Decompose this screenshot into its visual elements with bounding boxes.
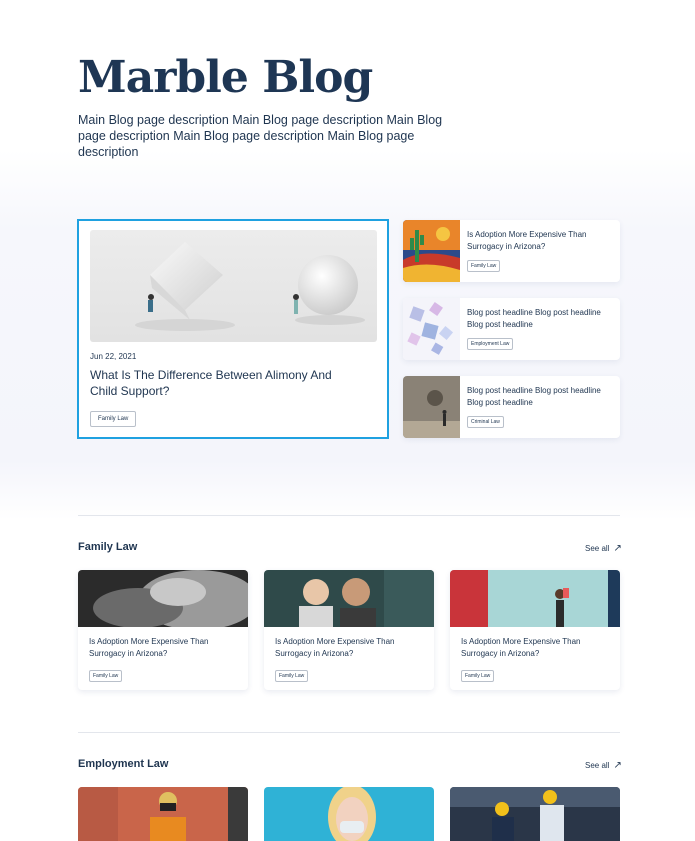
arrow-up-right-icon: ↗ [613,760,622,771]
see-all-label: See all [585,544,610,553]
side-post-tag[interactable]: Family Law [467,260,501,272]
see-all-label: See all [585,761,610,770]
post-card-title[interactable]: Is Adoption More Expensive Than Surrogac… [89,636,239,659]
section-title-employment-law: Employment Law [78,758,169,770]
post-card[interactable]: Is Adoption More Expensive Than Surrogac… [264,570,434,690]
post-card-image[interactable] [264,787,434,841]
post-card-image [264,570,434,627]
section-title-family-law: Family Law [78,541,138,553]
page-description: Main Blog page description Main Blog pag… [78,113,443,159]
side-post-title[interactable]: Blog post headline Blog post headline Bl… [467,385,615,408]
featured-post-card[interactable]: Jun 22, 2021 What Is The Difference Betw… [77,219,389,439]
post-card-tag[interactable]: Family Law [89,670,123,682]
featured-post-date: Jun 22, 2021 [90,352,137,361]
side-post-image [403,220,460,282]
side-post-card[interactable]: Blog post headline Blog post headline Bl… [403,298,620,360]
post-card[interactable]: Is Adoption More Expensive Than Surrogac… [78,570,248,690]
page-title: Marble Blog [78,52,373,103]
post-card-image [78,570,248,627]
see-all-family-law-link[interactable]: See all ↗ [585,543,622,554]
side-post-image [403,376,460,438]
post-card-image [450,570,620,627]
side-post-tag[interactable]: Employment Law [467,338,514,350]
side-post-card[interactable]: Is Adoption More Expensive Than Surrogac… [403,220,620,282]
post-card-title[interactable]: Is Adoption More Expensive Than Surrogac… [461,636,611,659]
featured-post-image [90,230,377,342]
post-card-image[interactable] [450,787,620,841]
section-divider [78,515,620,516]
featured-post-tag[interactable]: Family Law [90,411,137,427]
side-post-image [403,298,460,360]
side-post-title[interactable]: Is Adoption More Expensive Than Surrogac… [467,229,615,252]
arrow-up-right-icon: ↗ [613,543,622,554]
see-all-employment-law-link[interactable]: See all ↗ [585,760,622,771]
post-card-title[interactable]: Is Adoption More Expensive Than Surrogac… [275,636,425,659]
section-divider [78,732,620,733]
post-card-tag[interactable]: Family Law [275,670,309,682]
featured-post-title[interactable]: What Is The Difference Between Alimony A… [90,367,360,399]
post-card[interactable]: Is Adoption More Expensive Than Surrogac… [450,570,620,690]
post-card-image[interactable] [78,787,248,841]
side-post-card[interactable]: Blog post headline Blog post headline Bl… [403,376,620,438]
side-post-title[interactable]: Blog post headline Blog post headline Bl… [467,307,615,330]
post-card-tag[interactable]: Family Law [461,670,495,682]
side-post-tag[interactable]: Criminal Law [467,416,504,428]
